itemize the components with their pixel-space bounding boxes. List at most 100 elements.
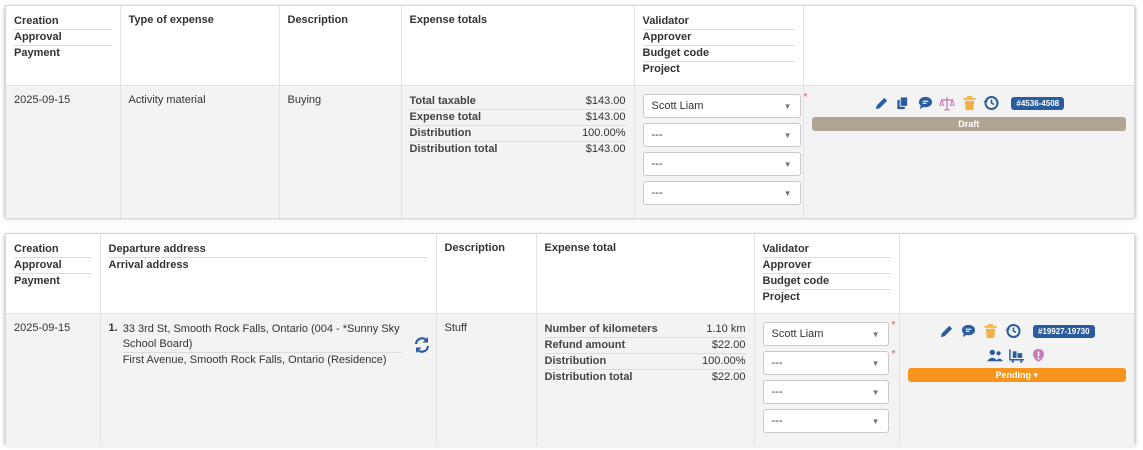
budget-code-select[interactable]: --- ▼ bbox=[762, 380, 889, 404]
users-icon[interactable] bbox=[986, 347, 1003, 363]
budget-code-header: Budget code bbox=[642, 46, 795, 62]
comment-icon[interactable] bbox=[917, 95, 933, 111]
roles-header: Validator Approver Budget code Project bbox=[754, 234, 900, 314]
distribution-total-label: Distribution total bbox=[544, 371, 633, 383]
approver-value: --- bbox=[771, 357, 783, 369]
approver-header: Approver bbox=[642, 30, 795, 46]
reference-badge[interactable]: #19927-19730 bbox=[1032, 324, 1095, 338]
creation-header: Creation bbox=[14, 14, 112, 30]
address-number: 1. bbox=[108, 322, 118, 334]
kilometers-value: 1.10 km bbox=[706, 323, 746, 335]
actions-cell: #4536-4508 Draft bbox=[803, 85, 1134, 218]
creation-date: 2025-09-15 bbox=[6, 85, 121, 218]
budget-code-header: Budget code bbox=[762, 274, 891, 290]
required-marker: * bbox=[891, 320, 896, 331]
approver-header: Approver bbox=[762, 258, 891, 274]
arrival-address-header: Arrival address bbox=[108, 259, 189, 271]
roles-header: Validator Approver Budget code Project bbox=[634, 6, 804, 86]
expense-total-value: $143.00 bbox=[585, 111, 626, 123]
budget-code-value: --- bbox=[651, 158, 663, 170]
expense-table-2: Creation Approval Payment Departure addr… bbox=[6, 234, 1134, 446]
chevron-down-icon: ▼ bbox=[871, 416, 880, 426]
chevron-down-icon: ▼ bbox=[871, 358, 880, 368]
distribution-total-value: $22.00 bbox=[711, 371, 746, 383]
expense-totals: Total taxable $143.00 Expense total $143.0… bbox=[401, 85, 635, 218]
status-dropdown[interactable]: Pending ▾ bbox=[907, 368, 1126, 382]
type-header: Type of expense bbox=[120, 6, 280, 86]
chevron-down-icon: ▼ bbox=[871, 329, 880, 339]
actions-cell: #19927-19730 Pending ▾ bbox=[899, 313, 1134, 446]
status-badge: Draft bbox=[811, 117, 1126, 131]
project-select[interactable]: --- ▼ bbox=[762, 409, 889, 433]
departure-address: 33 3rd St, Smooth Rock Falls, Ontario (0… bbox=[122, 322, 401, 353]
distribution-value: 100.00% bbox=[702, 355, 746, 367]
totals-header: Expense totals bbox=[401, 6, 635, 86]
distribution-total-label: Distribution total bbox=[409, 143, 498, 155]
budget-code-value: --- bbox=[771, 386, 783, 398]
comment-icon[interactable] bbox=[961, 323, 977, 339]
payment-header: Payment bbox=[14, 275, 60, 287]
approver-select[interactable]: --- ▼ bbox=[642, 123, 801, 147]
copy-icon[interactable] bbox=[895, 95, 911, 111]
role-selects: Scott Liam ▼ * --- ▼ --- ▼ --- ▼ bbox=[634, 85, 807, 218]
expense-card-mileage: Creation Approval Payment Departure addr… bbox=[5, 233, 1135, 446]
chevron-down-icon: ▼ bbox=[871, 387, 880, 397]
history-icon[interactable] bbox=[1005, 323, 1021, 339]
approval-header: Approval bbox=[14, 30, 112, 46]
project-header: Project bbox=[642, 63, 680, 75]
expense-description: Buying bbox=[279, 85, 402, 218]
validator-select[interactable]: Scott Liam ▼ bbox=[762, 322, 889, 346]
trash-icon[interactable] bbox=[961, 95, 977, 111]
creation-date: 2025-09-15 bbox=[6, 313, 101, 446]
total-taxable-label: Total taxable bbox=[409, 95, 476, 107]
validator-header: Validator bbox=[762, 242, 891, 258]
expense-card-activity: Creation Approval Payment Type of expens… bbox=[5, 5, 1135, 218]
actions-header bbox=[803, 6, 1134, 86]
project-value: --- bbox=[651, 187, 663, 199]
trash-icon[interactable] bbox=[983, 323, 999, 339]
expense-table-1: Creation Approval Payment Type of expens… bbox=[6, 6, 1134, 218]
distribution-label: Distribution bbox=[544, 355, 607, 367]
approver-select[interactable]: --- ▼ bbox=[762, 351, 889, 375]
pencil-icon[interactable] bbox=[873, 95, 889, 111]
expense-total-label: Expense total bbox=[409, 111, 482, 123]
history-icon[interactable] bbox=[983, 95, 999, 111]
cart-icon[interactable] bbox=[1008, 347, 1025, 363]
project-header: Project bbox=[762, 291, 800, 303]
budget-code-select[interactable]: --- ▼ bbox=[642, 152, 801, 176]
pencil-icon[interactable] bbox=[939, 323, 955, 339]
total-taxable-value: $143.00 bbox=[585, 95, 626, 107]
chevron-down-icon: ▼ bbox=[783, 130, 792, 140]
alert-icon[interactable] bbox=[1031, 347, 1047, 363]
dates-header: Creation Approval Payment bbox=[6, 6, 121, 86]
addresses-cell: 1. 33 3rd St, Smooth Rock Falls, Ontario… bbox=[100, 313, 437, 446]
refresh-icon[interactable] bbox=[413, 336, 431, 357]
reference-badge[interactable]: #4536-4508 bbox=[1011, 96, 1065, 110]
expense-totals: Number of kilometers 1.10 km Refund amoun… bbox=[536, 313, 755, 446]
approval-header: Approval bbox=[14, 258, 92, 274]
distribution-value: 100.00% bbox=[582, 127, 626, 139]
payment-header: Payment bbox=[14, 47, 60, 59]
required-marker: * bbox=[803, 92, 808, 103]
table-row: 2025-09-15 Activity material Buying Tota… bbox=[6, 85, 1134, 218]
refund-amount-value: $22.00 bbox=[711, 339, 746, 351]
chevron-down-icon: ▼ bbox=[783, 101, 792, 111]
departure-address-header: Departure address bbox=[108, 242, 428, 258]
distribution-label: Distribution bbox=[409, 127, 472, 139]
expense-type: Activity material bbox=[120, 85, 280, 218]
scale-icon[interactable] bbox=[939, 95, 956, 111]
arrival-address: First Avenue, Smooth Rock Falls, Ontario… bbox=[122, 354, 387, 366]
kilometers-label: Number of kilometers bbox=[544, 323, 658, 335]
approver-value: --- bbox=[651, 129, 663, 141]
project-value: --- bbox=[771, 415, 783, 427]
expense-description: Stuff bbox=[436, 313, 537, 446]
table-row: 2025-09-15 1. 33 3rd St, Smooth Rock Fal… bbox=[6, 313, 1134, 446]
address-header: Departure address Arrival address bbox=[100, 234, 437, 314]
required-marker: * bbox=[891, 349, 896, 360]
refund-amount-label: Refund amount bbox=[544, 339, 626, 351]
distribution-total-value: $143.00 bbox=[585, 143, 626, 155]
dates-header: Creation Approval Payment bbox=[6, 234, 101, 314]
project-select[interactable]: --- ▼ bbox=[642, 181, 801, 205]
validator-header: Validator bbox=[642, 14, 795, 30]
validator-select[interactable]: Scott Liam ▼ bbox=[642, 94, 801, 118]
